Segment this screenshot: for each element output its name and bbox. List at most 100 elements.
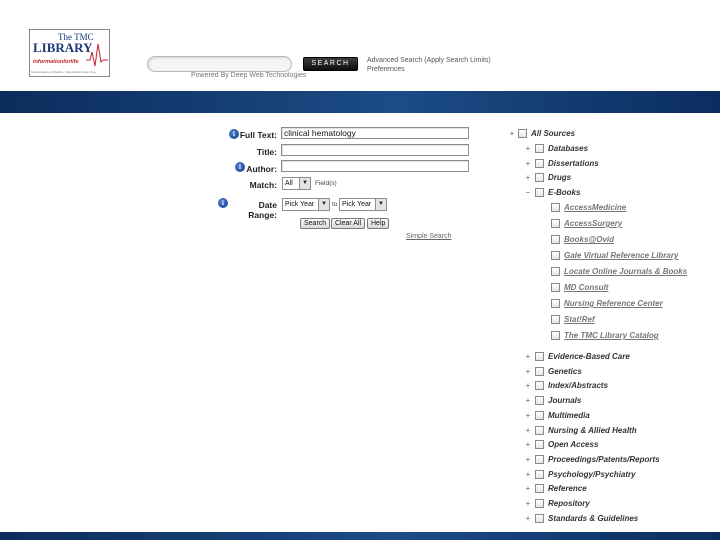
- expand-reference-icon[interactable]: +: [524, 484, 532, 493]
- source-category-journals[interactable]: Journals: [548, 396, 581, 406]
- expand-evidence-based-care-icon[interactable]: +: [524, 352, 532, 361]
- source-category-evidence-based-care[interactable]: Evidence-Based Care: [548, 352, 630, 362]
- expand-root-icon[interactable]: +: [508, 129, 516, 138]
- checkbox-nursing-allied-health[interactable]: [535, 426, 544, 435]
- date-range-label: Date Range:: [248, 200, 277, 220]
- date-from-select[interactable]: Pick Year ▼: [282, 198, 330, 211]
- title-input[interactable]: [281, 144, 469, 156]
- checkbox-genetics[interactable]: [535, 367, 544, 376]
- expand-repository-icon[interactable]: +: [524, 499, 532, 508]
- checkbox-repository[interactable]: [535, 499, 544, 508]
- match-label: Match:: [249, 180, 277, 190]
- checkbox-standards-guidelines[interactable]: [535, 514, 544, 523]
- expand-proceedings-patents-reports-icon[interactable]: +: [524, 455, 532, 464]
- ebook-link-books-ovid[interactable]: Books@Ovid: [564, 234, 694, 245]
- expand-multimedia-icon[interactable]: +: [524, 411, 532, 420]
- checkbox-accesssurgery[interactable]: [551, 219, 560, 228]
- collapse-e-books-icon[interactable]: −: [524, 188, 532, 197]
- chevron-down-icon[interactable]: ▼: [375, 199, 386, 210]
- ebook-link-accesssurgery[interactable]: AccessSurgery: [564, 218, 694, 229]
- full-text-input[interactable]: clinical hematology: [281, 127, 469, 139]
- source-category-multimedia[interactable]: Multimedia: [548, 411, 590, 421]
- expand-index-abstracts-icon[interactable]: +: [524, 381, 532, 390]
- source-category-proceedings-patents-reports[interactable]: Proceedings/Patents/Reports: [548, 455, 660, 465]
- logo-tagline: informationforlife: [33, 59, 79, 65]
- date-range-info-icon[interactable]: i: [218, 198, 228, 208]
- source-category-nursing-allied-health[interactable]: Nursing & Allied Health: [548, 426, 637, 436]
- author-label: Author:: [246, 164, 277, 174]
- powered-by-text: Powered By Deep Web Technologies: [191, 72, 307, 79]
- checkbox-journals[interactable]: [535, 396, 544, 405]
- ebook-link-stat-ref[interactable]: Stat!Ref: [564, 314, 694, 325]
- tmc-library-logo[interactable]: The TMC LIBRARY informationforlife Houst…: [29, 29, 110, 77]
- source-category-open-access[interactable]: Open Access: [548, 440, 598, 450]
- checkbox-dissertations[interactable]: [535, 159, 544, 168]
- ebook-link-accessmedicine[interactable]: AccessMedicine: [564, 202, 694, 213]
- checkbox-the-tmc-library-catalog[interactable]: [551, 331, 560, 340]
- quick-search-input[interactable]: [147, 56, 292, 72]
- source-category-repository[interactable]: Repository: [548, 499, 590, 509]
- date-to-select[interactable]: Pick Year ▼: [339, 198, 387, 211]
- match-select[interactable]: All ▼: [282, 177, 311, 190]
- expand-dissertations-icon[interactable]: +: [524, 159, 532, 168]
- checkbox-databases[interactable]: [535, 144, 544, 153]
- match-suffix: Field(s): [315, 180, 337, 187]
- expand-journals-icon[interactable]: +: [524, 396, 532, 405]
- full-text-label: Full Text:: [239, 130, 277, 140]
- date-to-value: Pick Year: [342, 201, 372, 208]
- source-category-genetics[interactable]: Genetics: [548, 367, 582, 377]
- clear-all-button[interactable]: Clear All: [331, 218, 366, 229]
- expand-drugs-icon[interactable]: +: [524, 173, 532, 182]
- header-band: [0, 91, 720, 113]
- ebook-link-locate-online-journals-books[interactable]: Locate Online Journals & Books: [564, 266, 694, 277]
- chevron-down-icon[interactable]: ▼: [318, 199, 329, 210]
- source-category-psychology-psychiatry[interactable]: Psychology/Psychiatry: [548, 470, 636, 480]
- simple-search-link[interactable]: Simple Search: [406, 233, 452, 240]
- checkbox-stat-ref[interactable]: [551, 315, 560, 324]
- checkbox-locate-online-journals-books[interactable]: [551, 267, 560, 276]
- footer-band: [0, 532, 720, 540]
- checkbox-drugs[interactable]: [535, 173, 544, 182]
- ebook-link-md-consult[interactable]: MD Consult: [564, 282, 694, 293]
- expand-databases-icon[interactable]: +: [524, 144, 532, 153]
- ebook-link-the-tmc-library-catalog[interactable]: The TMC Library Catalog: [564, 330, 694, 341]
- source-category-index-abstracts[interactable]: Index/Abstracts: [548, 381, 608, 391]
- author-input[interactable]: [281, 160, 469, 172]
- chevron-down-icon[interactable]: ▼: [299, 178, 310, 189]
- source-category-dissertations[interactable]: Dissertations: [548, 159, 599, 169]
- source-category-databases[interactable]: Databases: [548, 144, 588, 154]
- source-category-drugs[interactable]: Drugs: [548, 173, 571, 183]
- ebook-link-nursing-reference-center[interactable]: Nursing Reference Center: [564, 298, 694, 309]
- expand-open-access-icon[interactable]: +: [524, 440, 532, 449]
- source-category-e-books[interactable]: E-Books: [548, 188, 580, 198]
- expand-standards-guidelines-icon[interactable]: +: [524, 514, 532, 523]
- expand-nursing-allied-health-icon[interactable]: +: [524, 426, 532, 435]
- checkbox-nursing-reference-center[interactable]: [551, 299, 560, 308]
- checkbox-books-ovid[interactable]: [551, 235, 560, 244]
- source-category-reference[interactable]: Reference: [548, 484, 587, 494]
- checkbox-reference[interactable]: [535, 484, 544, 493]
- checkbox-multimedia[interactable]: [535, 411, 544, 420]
- checkbox-e-books[interactable]: [535, 188, 544, 197]
- match-select-value: All: [285, 180, 293, 187]
- checkbox-index-abstracts[interactable]: [535, 381, 544, 390]
- checkbox-all-sources[interactable]: [518, 129, 527, 138]
- checkbox-psychology-psychiatry[interactable]: [535, 470, 544, 479]
- checkbox-accessmedicine[interactable]: [551, 203, 560, 212]
- search-button[interactable]: Search: [300, 218, 331, 229]
- checkbox-md-consult[interactable]: [551, 283, 560, 292]
- checkbox-open-access[interactable]: [535, 440, 544, 449]
- expand-psychology-psychiatry-icon[interactable]: +: [524, 470, 532, 479]
- help-button[interactable]: Help: [367, 218, 390, 229]
- expand-genetics-icon[interactable]: +: [524, 367, 532, 376]
- source-category-standards-guidelines[interactable]: Standards & Guidelines: [548, 514, 638, 524]
- logo-subtext: Houston Academy of Medicine - Texas Medi…: [31, 71, 97, 74]
- quick-search-button[interactable]: SEARCH: [303, 57, 358, 71]
- preferences-link[interactable]: Preferences: [367, 66, 405, 73]
- ebook-link-gale-virtual-reference-library[interactable]: Gale Virtual Reference Library: [564, 250, 694, 261]
- checkbox-evidence-based-care[interactable]: [535, 352, 544, 361]
- checkbox-proceedings-patents-reports[interactable]: [535, 455, 544, 464]
- source-root-label: All Sources: [531, 129, 576, 138]
- advanced-search-link[interactable]: Advanced Search (Apply Search Limits): [367, 57, 491, 64]
- checkbox-gale-virtual-reference-library[interactable]: [551, 251, 560, 260]
